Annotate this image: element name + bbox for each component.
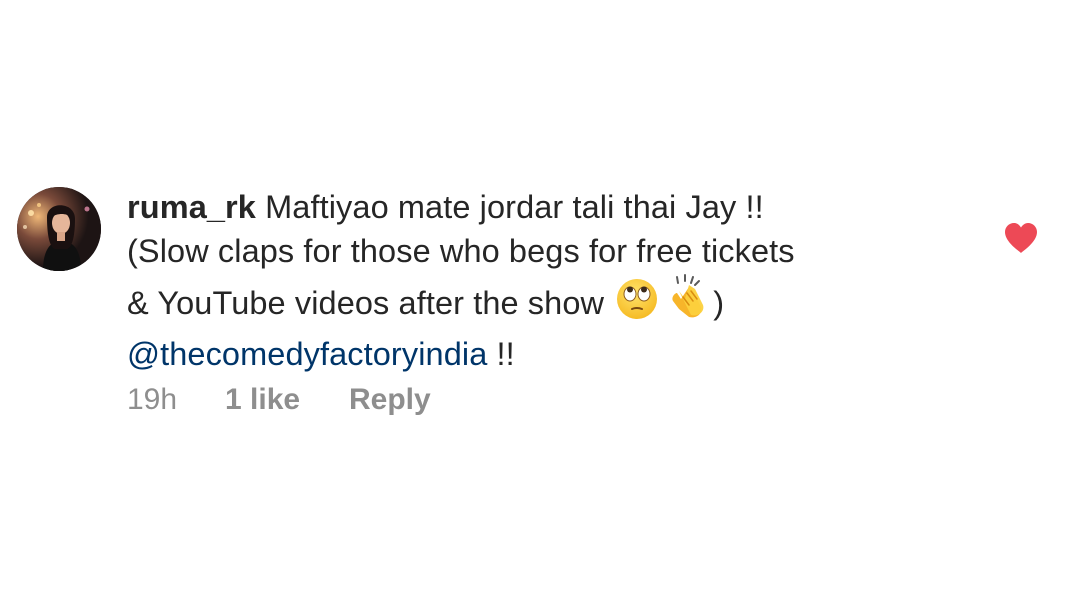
username-link[interactable]: ruma_rk — [127, 189, 256, 225]
face-with-rolling-eyes-icon — [615, 277, 659, 333]
comment-text-line-3: & YouTube videos after the show — [127, 285, 605, 321]
comment-text-line-3-close: ) — [713, 285, 725, 321]
avatar[interactable] — [17, 187, 101, 271]
clapping-hands-icon — [663, 273, 711, 333]
avatar-photo — [17, 187, 101, 271]
mention-link[interactable]: @thecomedyfactoryindia — [127, 336, 487, 372]
timestamp: 19h — [127, 383, 178, 416]
reply-button[interactable]: Reply — [349, 380, 431, 420]
comment-text-line-4: !! — [487, 335, 515, 372]
like-heart-icon[interactable] — [1003, 222, 1039, 254]
comment-text: ruma_rk Maftiyao mate jordar tali thai J… — [127, 186, 957, 376]
comment-line-3: & YouTube videos after the show) — [127, 273, 957, 333]
comment-text-line-1: Maftiyao mate jordar tali thai Jay !! — [265, 189, 764, 225]
comment-line-1: ruma_rk Maftiyao mate jordar tali thai J… — [127, 186, 957, 230]
comment-meta: 19h 1 like Reply — [127, 380, 431, 420]
comment-item: ruma_rk Maftiyao mate jordar tali thai J… — [0, 0, 1080, 607]
comment-text-line-2: (Slow claps for those who begs for free … — [127, 232, 795, 269]
likes-count-button[interactable]: 1 like — [225, 380, 349, 420]
comment-line-4: @thecomedyfactoryindia !! — [127, 333, 957, 377]
